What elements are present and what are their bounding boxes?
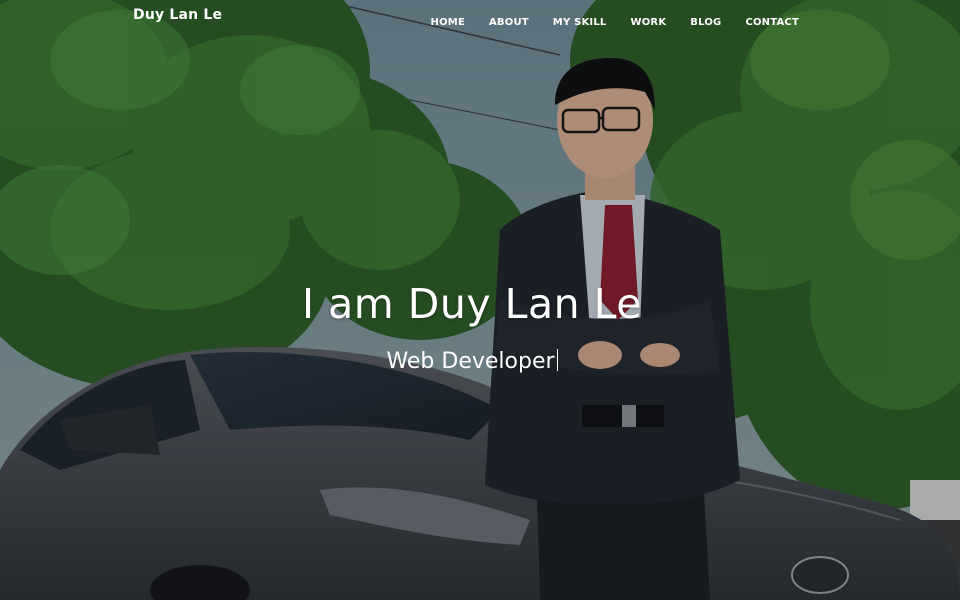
nav-link-blog[interactable]: BLOG xyxy=(690,17,721,28)
hero-subtitle-text: Web Developer xyxy=(386,349,555,374)
nav-link-contact[interactable]: CONTACT xyxy=(745,17,799,28)
nav-item-work: WORK xyxy=(631,10,667,29)
hero-title: I am Duy Lan Le xyxy=(302,280,642,328)
nav-menu: HOME ABOUT MY SKILL WORK BLOG CONTACT xyxy=(431,10,799,29)
nav-item-about: ABOUT xyxy=(489,10,529,29)
nav-link-about[interactable]: ABOUT xyxy=(489,17,529,28)
nav-item-home: HOME xyxy=(431,10,465,29)
nav-item-my-skill: MY SKILL xyxy=(553,10,607,29)
hero-subtitle: Web Developer xyxy=(386,348,558,376)
hero-text-block: I am Duy Lan Le Web Developer xyxy=(0,278,944,376)
nav-item-contact: CONTACT xyxy=(745,10,799,29)
nav-item-blog: BLOG xyxy=(690,10,721,29)
site-brand-logo[interactable]: Duy Lan Le xyxy=(133,7,222,23)
nav-link-home[interactable]: HOME xyxy=(431,17,465,28)
nav-link-work[interactable]: WORK xyxy=(631,17,667,28)
nav-link-my-skill[interactable]: MY SKILL xyxy=(553,17,607,28)
hero-section: Duy Lan Le HOME ABOUT MY SKILL WORK BLOG… xyxy=(0,0,960,600)
top-navbar: Duy Lan Le HOME ABOUT MY SKILL WORK BLOG… xyxy=(0,0,960,32)
typing-cursor xyxy=(556,349,558,371)
